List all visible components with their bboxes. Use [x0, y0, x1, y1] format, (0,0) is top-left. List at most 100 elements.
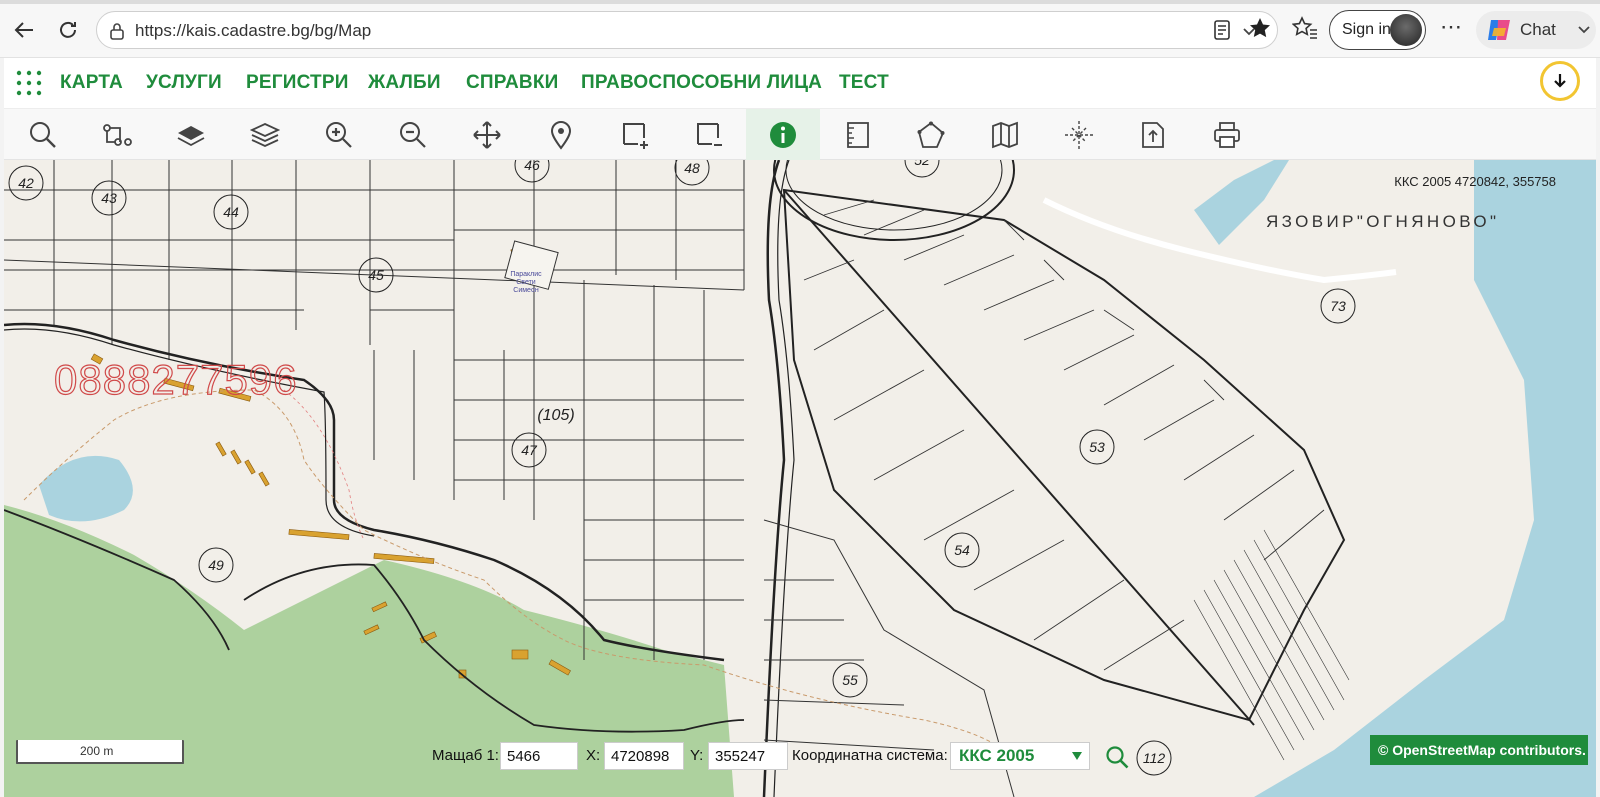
tool-add-area[interactable] [598, 109, 672, 161]
map-canvas[interactable]: 42 43 44 45 46 48 52 47 (105) 49 53 54 5… [4, 160, 1596, 797]
polygon-icon [917, 121, 945, 148]
scale-label: Мащаб 1: [432, 747, 499, 764]
pan-icon [473, 121, 501, 149]
y-coordinate-field[interactable]: 355247 [708, 742, 788, 770]
tool-layers[interactable] [154, 109, 228, 161]
layers-stack-icon [250, 123, 280, 147]
menu-item-registri[interactable]: РЕГИСТРИ [246, 72, 349, 94]
parcel-label: 46 [524, 160, 540, 173]
lock-icon[interactable] [109, 22, 125, 40]
menu-item-spravki[interactable]: СПРАВКИ [466, 72, 558, 94]
map-icon [992, 121, 1018, 149]
search-icon[interactable] [1104, 744, 1130, 770]
parcel-label: 48 [684, 160, 700, 176]
map-toolbar [4, 108, 1596, 161]
tool-measure[interactable] [820, 109, 894, 161]
menu-item-karta[interactable]: КАРТА [60, 72, 123, 94]
search-icon [30, 122, 56, 148]
cadastre-app: КАРТА УСЛУГИ РЕГИСТРИ ЖАЛБИ СПРАВКИ ПРАВ… [4, 58, 1596, 797]
scale-input[interactable]: 5466 [500, 742, 578, 770]
tool-pan[interactable] [450, 109, 524, 161]
tool-zoom-out[interactable] [376, 109, 450, 161]
x-coordinate-field[interactable]: 4720898 [604, 742, 684, 770]
tool-remove-area[interactable] [672, 109, 746, 161]
crs-label: Координатна система: [792, 747, 948, 764]
tool-location[interactable] [524, 109, 598, 161]
main-menu: КАРТА УСЛУГИ РЕГИСТРИ ЖАЛБИ СПРАВКИ ПРАВ… [4, 58, 1596, 108]
export-icon [1142, 122, 1164, 148]
building-label: Симеон [513, 287, 539, 294]
y-label: Y: [690, 747, 704, 764]
parcel-label: 44 [223, 204, 239, 220]
reload-icon [60, 21, 76, 38]
tool-zoom-in[interactable] [302, 109, 376, 161]
sign-in-button[interactable]: Sign in [1329, 10, 1426, 50]
chat-label: Chat [1520, 20, 1556, 39]
route-icon [103, 124, 132, 146]
building-label: Параклис [510, 271, 542, 278]
tool-search[interactable] [6, 109, 80, 161]
measure-icon [847, 122, 869, 148]
menu-item-test[interactable]: ТЕСТ [839, 72, 889, 94]
crs-value: ККС 2005 [959, 746, 1035, 765]
reload-button[interactable] [52, 14, 84, 46]
tool-print[interactable] [1190, 109, 1264, 161]
parcel-label: 49 [208, 557, 224, 573]
parcel-label: 55 [842, 672, 858, 688]
chevron-down-icon [1578, 26, 1590, 34]
parcel-label: 53 [1089, 439, 1105, 455]
parcel-label: (105) [537, 407, 574, 424]
back-button[interactable] [8, 14, 40, 46]
menu-item-pravosposobni-lica[interactable]: ПРАВОСПОСОБНИ ЛИЦА [581, 72, 822, 94]
parcel-label: 45 [368, 267, 384, 283]
address-bar[interactable]: https://kais.cadastre.bg/bg/Map [96, 11, 1278, 49]
tool-route[interactable] [80, 109, 154, 161]
chevron-down-icon [1072, 752, 1082, 760]
scale-bar-label: 200 m [80, 744, 114, 758]
avatar [1390, 14, 1422, 46]
browser-toolbar: https://kais.cadastre.bg/bg/Map Sign in … [0, 0, 1600, 58]
parcel-label: 112 [1143, 750, 1166, 766]
crs-select[interactable]: ККС 2005 [950, 742, 1090, 770]
zoom-out-icon [400, 122, 426, 148]
print-icon [1214, 122, 1240, 148]
coordinate-readout: ККС 2005 4720842, 355758 [1394, 174, 1556, 189]
add-area-icon [623, 123, 648, 149]
tab-strip [0, 0, 1600, 4]
tool-info[interactable] [746, 109, 820, 161]
x-label: X: [586, 747, 601, 764]
parcel-label: 52 [914, 160, 930, 168]
apps-grid-icon[interactable] [16, 70, 42, 96]
remove-area-icon [697, 123, 722, 146]
menu-item-uslugi[interactable]: УСЛУГИ [146, 72, 222, 94]
menu-item-zhalbi[interactable]: ЖАЛБИ [368, 72, 441, 94]
sign-in-label: Sign in [1342, 21, 1391, 38]
favorites-icon[interactable] [1292, 16, 1318, 40]
tool-map[interactable] [968, 109, 1042, 161]
tool-layers-stack[interactable] [228, 109, 302, 161]
crosshair-icon [1065, 121, 1093, 149]
parcel-label: 73 [1330, 298, 1346, 314]
copilot-icon [1488, 20, 1510, 40]
info-icon [770, 122, 796, 148]
download-icon [1554, 74, 1566, 88]
back-icon [14, 22, 33, 38]
parcel-label: 42 [18, 175, 34, 191]
more-icon[interactable]: ⋯ [1440, 14, 1462, 40]
url-text[interactable]: https://kais.cadastre.bg/bg/Map [135, 21, 371, 41]
scale-bar: 200 m [16, 740, 184, 764]
download-button[interactable] [1540, 61, 1580, 101]
parcel-label: 54 [954, 542, 970, 558]
building-label: Свети [516, 279, 536, 286]
lake-name-label: ЯЗОВИР"ОГНЯНОВО" [1266, 212, 1500, 231]
tool-polygon[interactable] [894, 109, 968, 161]
layers-icon [177, 126, 205, 147]
reader-icon[interactable] [1212, 19, 1232, 41]
location-pin-icon [550, 121, 572, 150]
tool-export[interactable] [1116, 109, 1190, 161]
tool-crosshair[interactable] [1042, 109, 1116, 161]
chat-button[interactable]: Chat [1476, 11, 1596, 49]
favorite-star-icon[interactable] [1248, 16, 1272, 40]
attribution[interactable]: © OpenStreetMap contributors. [1370, 735, 1588, 765]
watermark-phone: 0888277596 [53, 355, 298, 403]
